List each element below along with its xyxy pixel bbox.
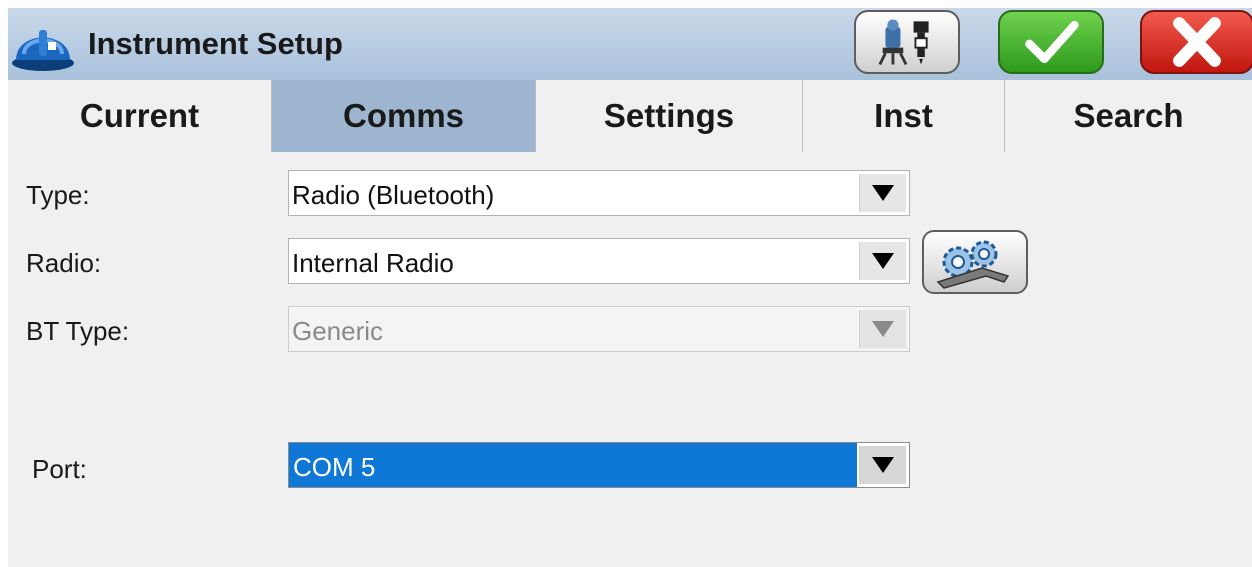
checkmark-icon	[1025, 20, 1079, 64]
radio-value: Internal Radio	[292, 248, 454, 278]
close-icon	[1173, 17, 1221, 67]
chevron-down-icon	[872, 321, 894, 337]
ok-button[interactable]	[998, 10, 1104, 74]
tab-inst[interactable]: Inst	[803, 80, 1005, 152]
type-value: Radio (Bluetooth)	[292, 180, 495, 210]
tab-search[interactable]: Search	[1005, 80, 1252, 152]
radio-config-button[interactable]	[922, 230, 1028, 294]
bt-type-label: BT Type:	[26, 316, 130, 346]
instrument-button[interactable]	[854, 10, 960, 74]
hard-hat-icon	[12, 30, 74, 71]
chevron-down-icon	[872, 253, 894, 269]
tab-bar: Current Comms Settings Inst Search	[8, 80, 1252, 152]
radio-dropdown[interactable]: Internal Radio	[288, 238, 910, 284]
type-dropdown-button[interactable]	[859, 174, 906, 212]
type-dropdown[interactable]: Radio (Bluetooth)	[288, 170, 910, 216]
port-value: COM 5	[289, 443, 857, 487]
port-label: Port:	[32, 454, 87, 484]
window-title: Instrument Setup	[88, 26, 343, 61]
radio-dropdown-button[interactable]	[859, 242, 906, 280]
port-dropdown-button[interactable]	[859, 446, 906, 484]
tab-comms[interactable]: Comms	[272, 80, 536, 152]
instrument-setup-window: Instrument Setup Current Comms Settings …	[8, 8, 1252, 567]
bt-type-dropdown-button	[859, 310, 906, 348]
instrument-connect-icon	[878, 19, 929, 66]
title-bar: Instrument Setup	[8, 8, 1252, 80]
tab-current[interactable]: Current	[8, 80, 272, 152]
cancel-button[interactable]	[1140, 10, 1252, 74]
port-dropdown[interactable]: COM 5	[288, 442, 910, 488]
gears-wrench-icon	[936, 240, 1010, 289]
radio-label: Radio:	[26, 248, 102, 278]
type-label: Type:	[26, 180, 90, 210]
bt-type-value: Generic	[292, 316, 384, 346]
chevron-down-icon	[872, 457, 894, 473]
tab-settings[interactable]: Settings	[536, 80, 803, 152]
bt-type-dropdown: Generic	[288, 306, 910, 352]
chevron-down-icon	[872, 185, 894, 201]
